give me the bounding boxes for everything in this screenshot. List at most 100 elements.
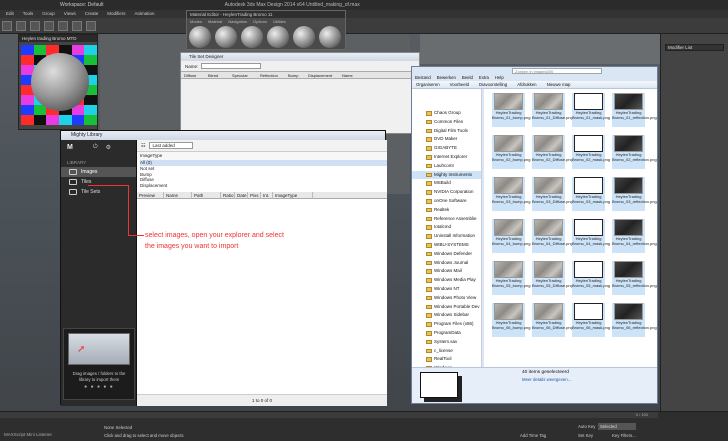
tile-name-input[interactable] [201,63,262,69]
folder-tree-item[interactable]: Common Files [412,118,481,127]
undo-icon[interactable] [2,20,12,31]
column-header[interactable]: Ratio [221,191,235,199]
file-item[interactable]: HeylenTrading Bromo_03_reflection.png [612,177,657,211]
print-button[interactable]: Afdrukken [517,82,536,87]
file-item[interactable]: HeylenTrading Bromo_06_mask.png [572,303,610,337]
folder-tree-item[interactable]: Windows Journal [412,259,481,268]
column-header[interactable]: Blend [208,73,232,78]
file-item[interactable]: HeylenTrading Bromo_04_reflection.png [612,219,657,253]
material-slot[interactable] [267,26,289,48]
file-item[interactable]: HeylenTrading Bromo_04_bump.png [492,219,530,253]
folder-tree-item[interactable]: MSBuild [412,179,481,188]
link-icon[interactable] [30,20,40,31]
folder-tree-item[interactable]: Reference Assemblie [412,215,481,224]
explorer-search-input[interactable]: Zoeken in images000 [512,67,602,74]
filter-icon[interactable]: ☷ [141,143,145,149]
folder-tree-item[interactable]: RealTool [412,355,481,364]
file-item[interactable]: HeylenTrading Bromo_02_mask.png [572,135,610,169]
column-header[interactable]: Bump [288,73,308,78]
mated-menu-item[interactable]: Material [208,19,222,24]
slideshow-button[interactable]: Diavoorstelling [479,82,507,87]
file-item[interactable]: HeylenTrading Bromo_02_bump.png [492,135,530,169]
menu-item[interactable]: Create [85,10,99,18]
explorer-menu-item[interactable]: Bestand [415,75,431,80]
mated-menu-item[interactable]: Modes [190,19,202,24]
column-header[interactable]: Displacement [308,73,342,78]
column-header[interactable]: Date [235,191,248,199]
sort-dropdown[interactable]: Last added [149,142,194,149]
key-mode-dropdown[interactable]: Selected [598,423,636,430]
material-slot[interactable] [241,26,263,48]
file-item[interactable]: HeylenTrading Bromo_03_mask.png [572,177,610,211]
new-folder-button[interactable]: Nieuwe map [547,82,571,87]
menu-item[interactable]: Group [42,10,55,18]
explorer-menu-item[interactable]: Extra [479,75,489,80]
mated-menu-item[interactable]: Utilities [273,19,286,24]
library-item-tile-sets[interactable]: Tile Sets [61,187,136,197]
column-header[interactable]: Pixs [248,191,261,199]
more-details-link[interactable]: Meer details weergeven... [522,377,571,382]
file-item[interactable]: HeylenTrading Bromo_05_Diffuse.png [532,261,573,295]
modifier-list-dropdown[interactable]: Modifier List [665,44,724,51]
folder-tree-item[interactable]: Windows Mail [412,267,481,276]
mated-menu-item[interactable]: Options [253,19,267,24]
material-slot[interactable] [215,26,237,48]
file-item[interactable]: HeylenTrading Bromo_06_bump.png [492,303,530,337]
scale-icon[interactable] [86,20,96,31]
folder-tree-item[interactable]: NVIDIA Corporation [412,188,481,197]
preview-button[interactable]: Voorbeeld [450,82,469,87]
gear-icon[interactable]: ⚙ [106,144,111,151]
folder-tree-item[interactable]: Windows Portable Dev [412,303,481,312]
file-item[interactable]: HeylenTrading Bromo_06_Diffuse.png [532,303,573,337]
material-slot[interactable] [189,26,211,48]
mated-menu-item[interactable]: Navigation [228,19,247,24]
folder-tree-item[interactable]: WIBU-SYSTEMS [412,241,481,250]
column-header[interactable]: Diffuse [184,73,208,78]
file-item[interactable]: HeylenTrading Bromo_01_bump.png [492,93,530,127]
viewport-right[interactable] [420,34,660,64]
file-item[interactable]: HeylenTrading Bromo_05_mask.png [572,261,610,295]
folder-tree-item[interactable]: Digital Film Tools [412,127,481,136]
folder-tree-item[interactable]: GIGABYTE [412,144,481,153]
folder-tree-item[interactable]: Uninstall Information [412,232,481,241]
material-slot[interactable] [293,26,315,48]
add-time-tag[interactable]: Add Time Tag [520,433,546,438]
menu-item[interactable]: Edit [6,10,14,18]
workspace-label[interactable]: Workspace: Default [60,2,104,8]
folder-tree-item[interactable]: Program Files (x86) [412,320,481,329]
power-icon[interactable]: ⏻ [93,144,98,151]
column-header[interactable]: ImageType [273,191,313,199]
folder-tree-item[interactable]: Windows Sidebar [412,311,481,320]
file-item[interactable]: HeylenTrading Bromo_01_mask.png [572,93,610,127]
folder-tree-item[interactable]: Windows NT [412,285,481,294]
folder-tree-item[interactable]: System.sav [412,338,481,347]
folder-tree-item[interactable]: Realtek [412,206,481,215]
column-header[interactable]: Path [192,191,221,199]
key-filters-button[interactable]: Key Filters... [612,433,636,438]
folder-tree-item[interactable]: Mighty Instruments [412,170,481,180]
material-slot[interactable] [319,26,341,48]
move-icon[interactable] [58,20,68,31]
folder-tree-item[interactable]: DVD Maker [412,135,481,144]
library-item-images[interactable]: Images [61,167,136,177]
type-item[interactable]: Displacement [140,183,387,189]
file-item[interactable]: HeylenTrading Bromo_01_Diffuse.png [532,93,573,127]
select-icon[interactable] [44,20,54,31]
file-item[interactable]: HeylenTrading Bromo_02_reflection.png [612,135,657,169]
file-item[interactable]: HeylenTrading Bromo_06_reflection.png [612,303,657,337]
folder-tree-item[interactable]: Internet Explorer [412,153,481,162]
column-header[interactable]: Name [164,191,192,199]
column-header[interactable]: Specular [232,73,260,78]
folder-tree-item[interactable]: Lauhcomt [412,162,481,171]
menu-item[interactable]: Animation [135,10,155,18]
file-item[interactable]: HeylenTrading Bromo_05_reflection.png [612,261,657,295]
column-header[interactable]: Reflection [260,73,288,78]
maxscript-listener[interactable]: MAXScript Mini Listener [4,432,52,437]
column-header[interactable]: Preview [137,191,164,199]
folder-tree-item[interactable]: Windows Photo View [412,294,481,303]
file-item[interactable]: HeylenTrading Bromo_04_mask.png [572,219,610,253]
drop-zone[interactable]: ➚ Drag images / folders to the library t… [63,328,135,400]
file-item[interactable]: HeylenTrading Bromo_02_Diffuse.png [532,135,573,169]
file-item[interactable]: HeylenTrading Bromo_01_reflection.png [612,93,657,127]
column-header[interactable]: Int. [261,191,273,199]
